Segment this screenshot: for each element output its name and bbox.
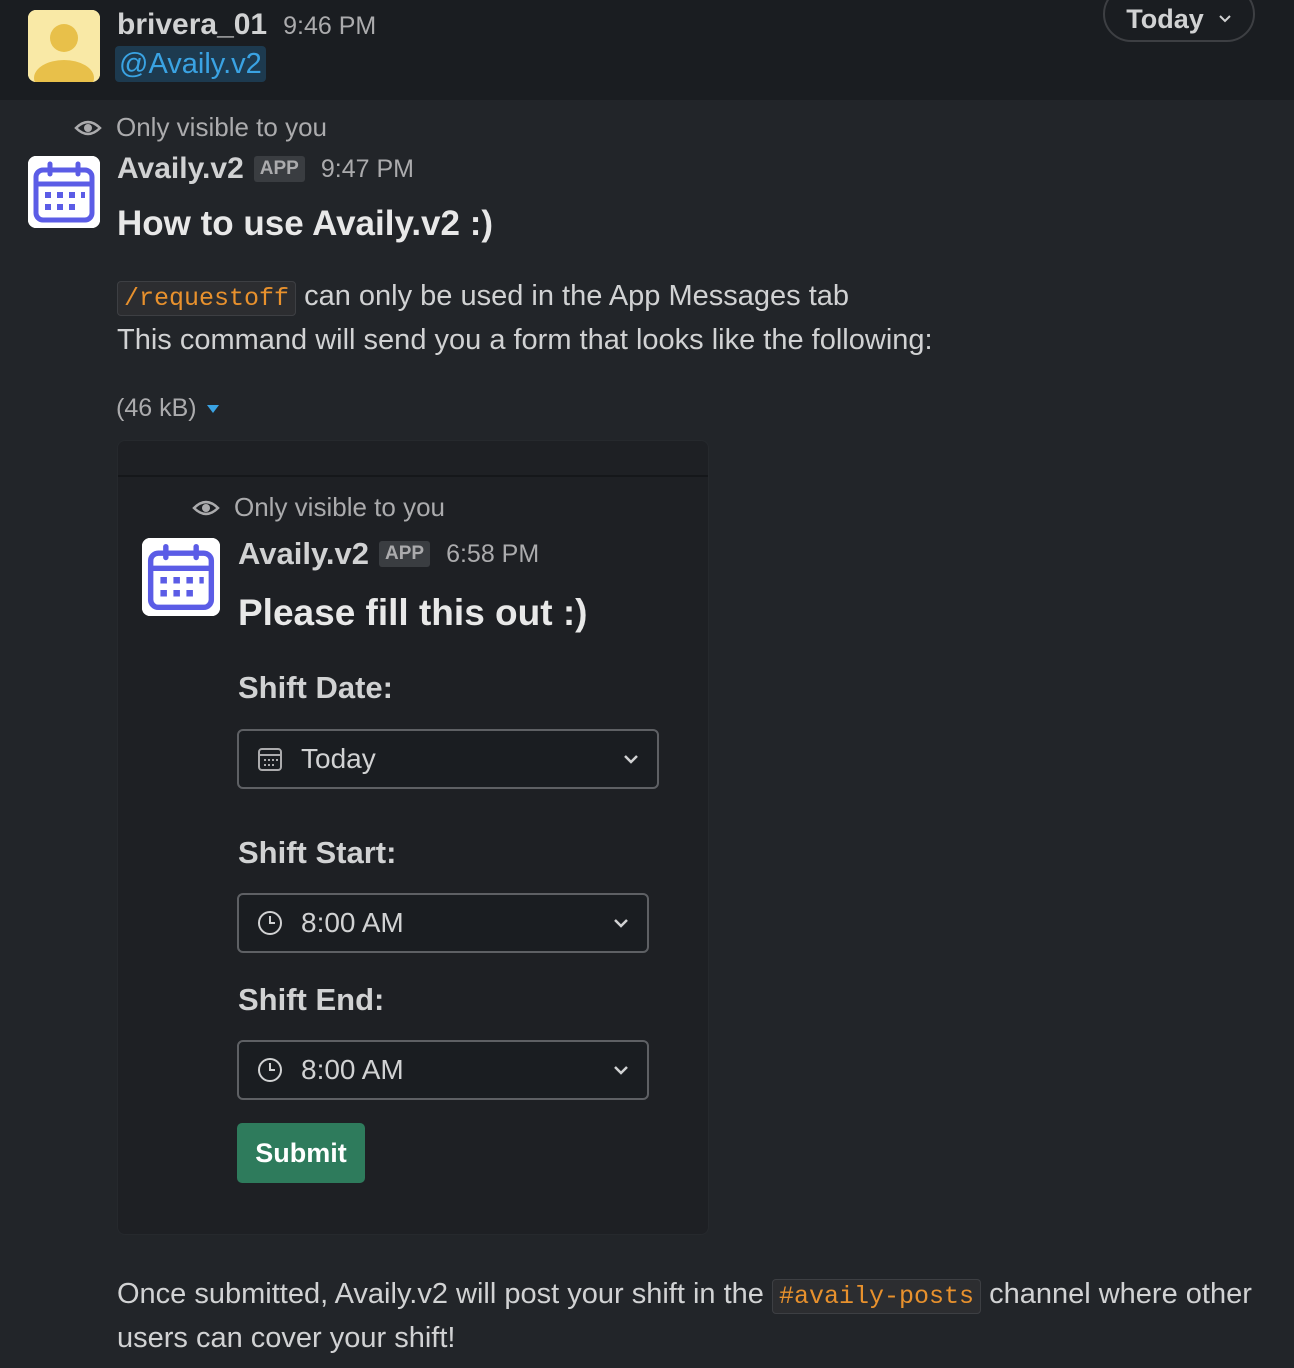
date-jump-button[interactable]: Today [1103, 0, 1255, 42]
shift-date-value: Today [301, 743, 376, 774]
chevron-down-icon [614, 1066, 628, 1075]
message-heading: How to use Availy.v2 :) [117, 204, 494, 243]
username[interactable]: brivera_01 [117, 8, 267, 42]
attachment-toggle[interactable]: (46 kB) [116, 394, 221, 423]
shift-end-select: 8:00 AM [237, 1040, 649, 1100]
preview-app-avatar [142, 538, 220, 616]
app-name[interactable]: Availy.v2 [117, 152, 244, 186]
shift-end-label: Shift End: [238, 982, 385, 1017]
clock-icon [258, 1058, 282, 1082]
preview-heading: Please fill this out :) [238, 592, 588, 633]
preview-divider [118, 475, 708, 477]
shift-date-label: Shift Date: [238, 670, 393, 705]
chevron-down-icon [624, 755, 638, 764]
preview-app-badge: APP [378, 541, 431, 567]
calendar-icon [142, 538, 220, 616]
message-time[interactable]: 9:46 PM [283, 12, 376, 41]
calendar-small-icon [258, 748, 282, 771]
footer-text-1: Once submitted, Availy.v2 will post your… [117, 1278, 764, 1310]
preview-time: 6:58 PM [446, 539, 540, 568]
date-pill-label: Today [1126, 3, 1204, 34]
attachment-size: (46 kB) [116, 394, 197, 422]
body-line-2: This command will send you a form that l… [117, 324, 933, 356]
preview-app-name: Availy.v2 [238, 536, 369, 571]
chevron-down-icon [614, 919, 628, 928]
footer-line-2: users can cover your shift! [117, 1322, 456, 1354]
command-code: /requestoff [117, 281, 297, 316]
body-line-1: can only be used in the App Messages tab [304, 280, 850, 312]
app-mention[interactable]: @Availy.v2 [115, 46, 266, 82]
shift-start-value: 8:00 AM [301, 907, 404, 938]
clock-icon [258, 911, 282, 935]
shift-start-label: Shift Start: [238, 835, 397, 870]
footer-text-2: channel where other [989, 1278, 1252, 1310]
shift-start-select: 8:00 AM [237, 893, 649, 953]
caret-down-icon [206, 404, 219, 413]
user-avatar[interactable] [28, 10, 100, 82]
shift-end-value: 8:00 AM [301, 1054, 404, 1085]
app-avatar[interactable] [28, 156, 100, 228]
chevron-down-icon [1219, 15, 1231, 23]
message-time[interactable]: 9:47 PM [321, 155, 414, 184]
shift-date-select: Today [237, 729, 659, 789]
submit-button: Submit [237, 1123, 365, 1183]
user-avatar-icon [28, 10, 100, 82]
calendar-icon [28, 156, 100, 228]
channel-code: #availy-posts [771, 1279, 982, 1314]
visibility-note: Only visible to you [116, 112, 327, 142]
preview-visibility-note: Only visible to you [234, 492, 445, 522]
app-badge: APP [253, 156, 305, 182]
eye-icon [74, 120, 102, 135]
eye-icon [192, 500, 220, 515]
